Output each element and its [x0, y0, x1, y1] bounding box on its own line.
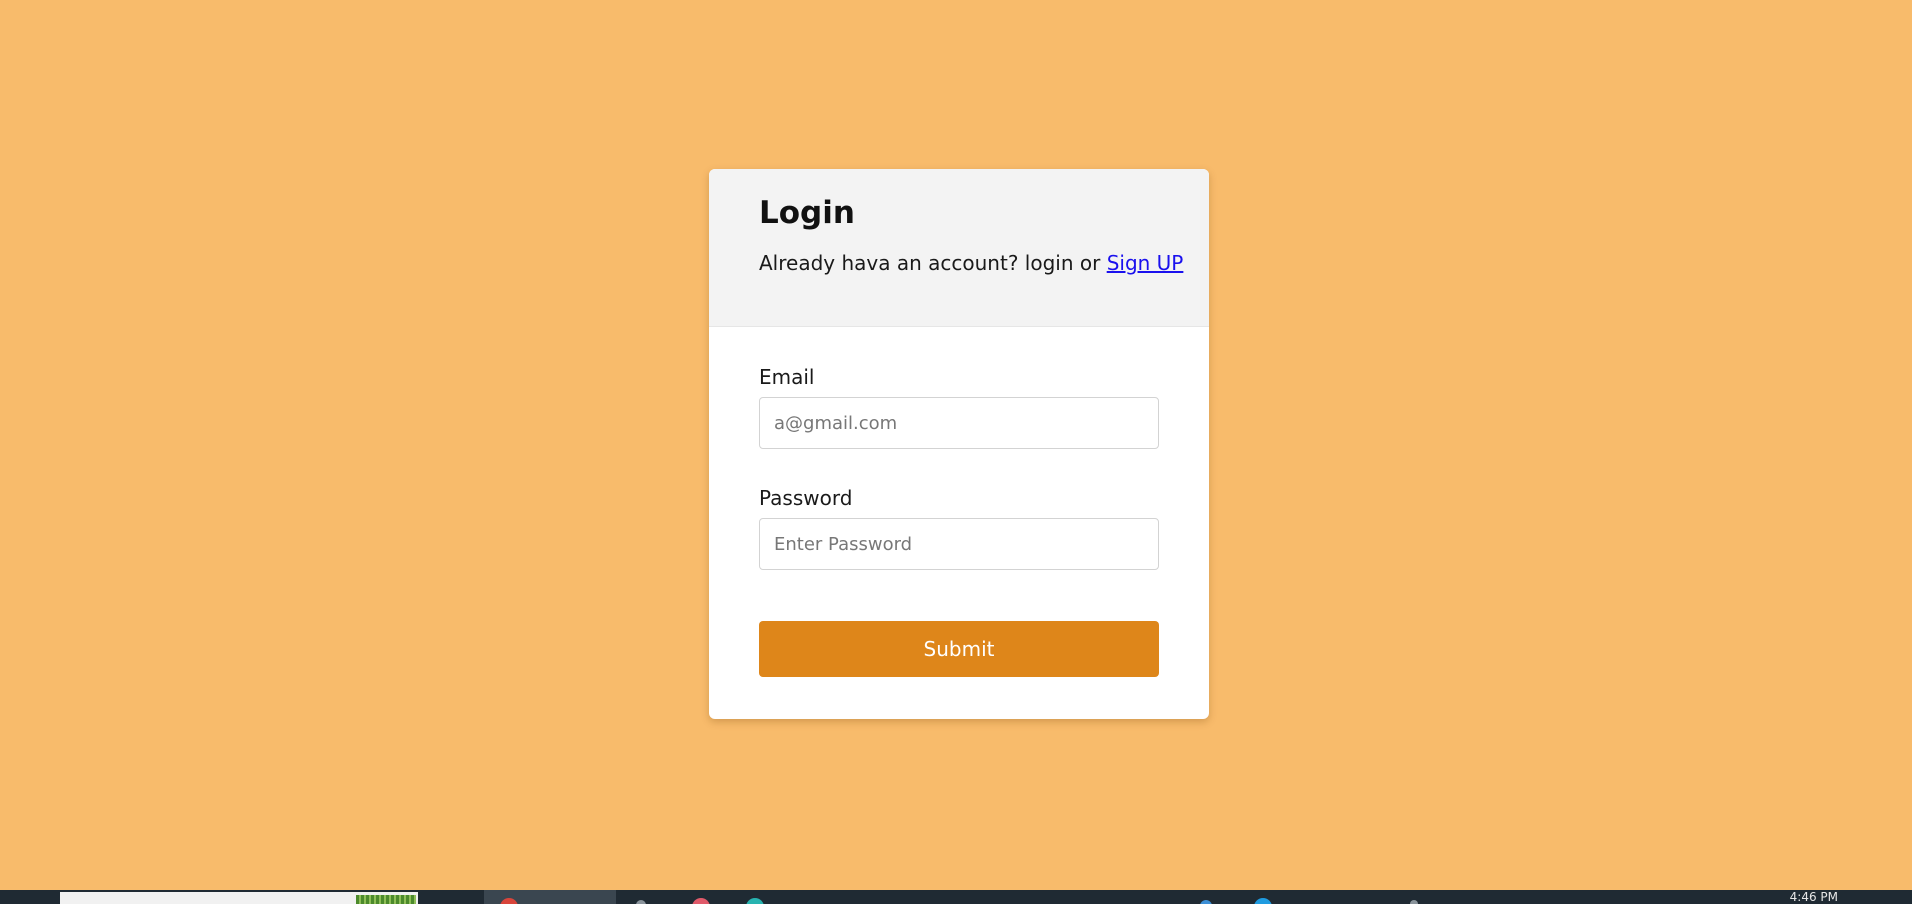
- signup-link[interactable]: Sign UP: [1107, 251, 1184, 275]
- password-field[interactable]: [759, 518, 1159, 570]
- app-icon-red[interactable]: [692, 898, 710, 904]
- password-field-group: Password: [759, 486, 1159, 570]
- login-subtitle: Already hava an account? login or Sign U…: [759, 250, 1183, 276]
- page-background: Login Already hava an account? login or …: [0, 0, 1912, 890]
- page-title: Login: [759, 195, 855, 231]
- taskbar-window-preview[interactable]: [60, 892, 418, 904]
- taskbar: 4:46 PM: [0, 890, 1912, 904]
- email-label: Email: [759, 365, 815, 389]
- tree-thumbnail-icon: [356, 895, 416, 904]
- app-icon-blue-1[interactable]: [1200, 900, 1212, 904]
- app-icon-teal[interactable]: [746, 898, 764, 904]
- app-icon-settings[interactable]: [636, 900, 646, 904]
- taskbar-clock[interactable]: 4:46 PM: [1790, 890, 1838, 904]
- login-card-header: Login Already hava an account? login or …: [709, 169, 1209, 327]
- taskbar-active-app[interactable]: [484, 890, 616, 904]
- app-icon-gray[interactable]: [1410, 900, 1418, 904]
- submit-button[interactable]: Submit: [759, 621, 1159, 677]
- password-label: Password: [759, 486, 853, 510]
- app-icon-blue-2[interactable]: [1254, 898, 1272, 904]
- email-field[interactable]: [759, 397, 1159, 449]
- browser-icon: [500, 898, 518, 904]
- login-form: Email Password Submit: [709, 327, 1209, 677]
- login-card: Login Already hava an account? login or …: [709, 169, 1209, 719]
- login-subtitle-text: Already hava an account? login or: [759, 251, 1107, 276]
- email-field-group: Email: [759, 365, 1159, 449]
